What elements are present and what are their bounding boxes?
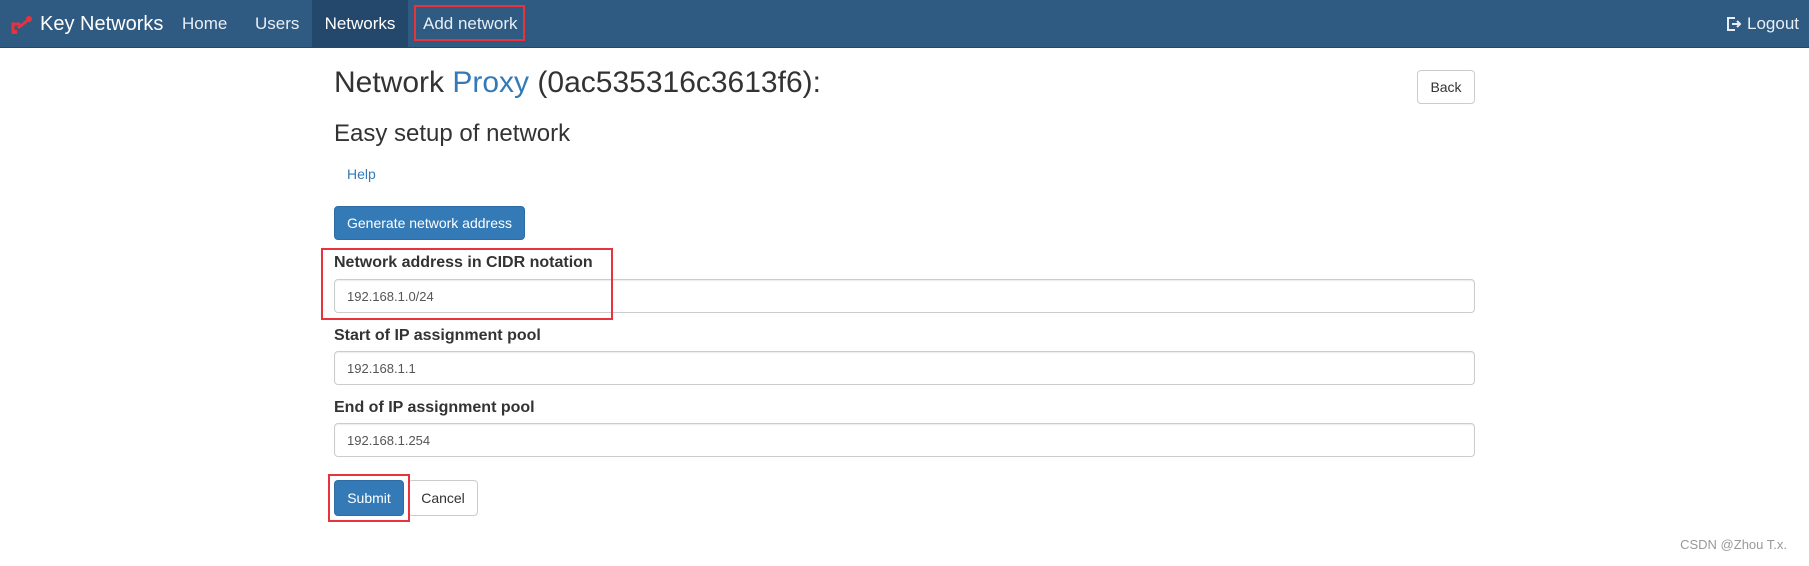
back-button[interactable]: Back xyxy=(1417,70,1475,104)
generate-network-address-button[interactable]: Generate network address xyxy=(334,206,525,240)
cidr-input[interactable] xyxy=(334,279,1475,313)
top-navbar: Key Networks Home Users Networks Add net… xyxy=(0,0,1809,48)
watermark-text: CSDN @Zhou T.x. xyxy=(1680,537,1787,552)
cancel-button[interactable]: Cancel xyxy=(408,480,478,516)
nav-networks[interactable]: Networks xyxy=(312,0,408,48)
section-subtitle: Easy setup of network xyxy=(334,120,571,147)
nav-add-network[interactable]: Add network xyxy=(408,0,533,48)
submit-button[interactable]: Submit xyxy=(334,480,404,516)
brand-link[interactable]: Key Networks xyxy=(10,0,163,48)
page-title: Network Proxy (0ac535316c3613f6): xyxy=(334,66,821,100)
key-networks-logo-icon xyxy=(10,12,34,36)
logout-label: Logout xyxy=(1747,14,1799,33)
pool-start-label: Start of IP assignment pool xyxy=(334,327,541,344)
pool-end-label: End of IP assignment pool xyxy=(334,399,535,416)
brand-label: Key Networks xyxy=(40,12,164,35)
logout-icon xyxy=(1726,16,1742,32)
title-network-name: Proxy xyxy=(452,66,530,99)
nav-users[interactable]: Users xyxy=(240,0,314,48)
nav-home[interactable]: Home xyxy=(167,0,242,48)
cidr-label: Network address in CIDR notation xyxy=(334,254,593,271)
pool-start-input[interactable] xyxy=(334,351,1475,385)
title-prefix: Network xyxy=(334,66,445,99)
title-network-id: (0ac535316c3613f6): xyxy=(537,66,821,99)
pool-end-input[interactable] xyxy=(334,423,1475,457)
help-link[interactable]: Help xyxy=(347,166,376,182)
logout-link[interactable]: Logout xyxy=(1726,0,1799,48)
